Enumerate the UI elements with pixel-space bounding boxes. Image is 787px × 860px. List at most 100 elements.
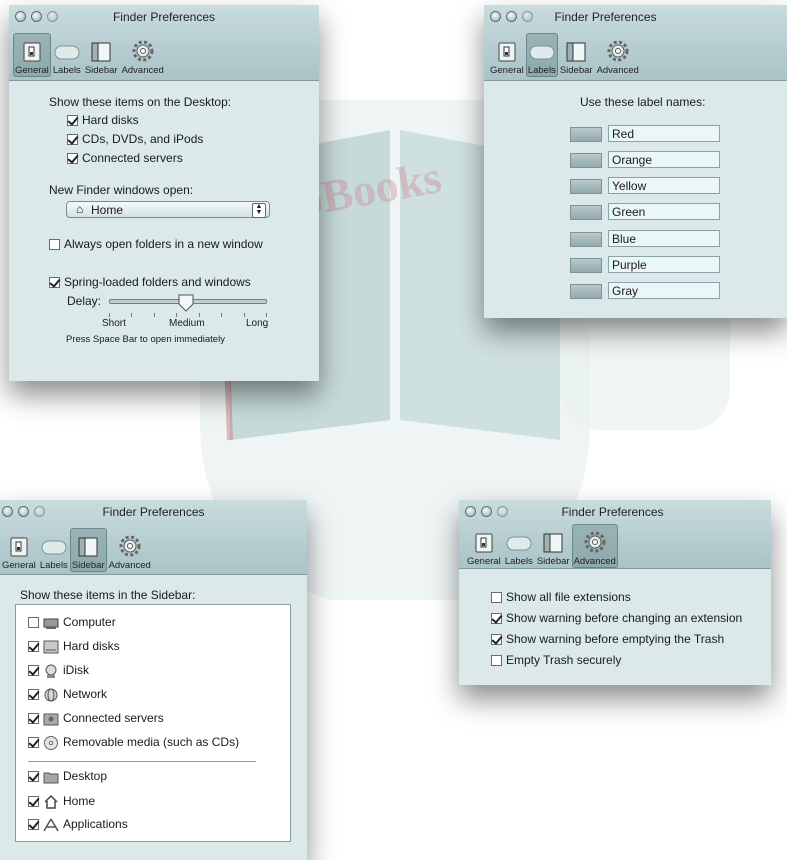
sidebar-item-network[interactable]: Network bbox=[28, 687, 107, 702]
delay-label: Delay: bbox=[67, 294, 102, 308]
tab-labels[interactable]: Labels bbox=[51, 33, 83, 77]
advanced-option-warn-extension-change[interactable]: Show warning before changing an extensio… bbox=[491, 611, 742, 625]
checkbox[interactable] bbox=[28, 641, 39, 653]
label-color-swatch-red[interactable] bbox=[570, 127, 602, 142]
label-color-swatch-blue[interactable] bbox=[570, 232, 602, 247]
label-name-field-green[interactable]: Green bbox=[608, 203, 720, 220]
label-color-swatch-purple[interactable] bbox=[570, 258, 602, 273]
slider-thumb[interactable] bbox=[178, 294, 194, 312]
tab-advanced[interactable]: Advanced bbox=[120, 33, 166, 77]
checkbox[interactable] bbox=[49, 239, 60, 251]
checkbox[interactable] bbox=[28, 617, 39, 629]
new-windows-popup[interactable]: ⌂ Home ▲ ▼ bbox=[66, 201, 270, 218]
tab-general-label: General bbox=[467, 556, 501, 567]
finder-preferences-sidebar-window: Finder Preferences General Labels Sideba… bbox=[0, 500, 307, 860]
desktop-item-servers[interactable]: Connected servers bbox=[67, 151, 183, 165]
sidebar-item-connected-servers[interactable]: Connected servers bbox=[28, 711, 164, 726]
sidebar-item-applications[interactable]: Applications bbox=[28, 817, 128, 832]
spring-loaded-option[interactable]: Spring-loaded folders and windows bbox=[49, 275, 251, 289]
cd-icon bbox=[44, 735, 58, 750]
delay-long: Long bbox=[246, 318, 269, 329]
checkbox[interactable] bbox=[49, 277, 60, 289]
checkbox[interactable] bbox=[28, 665, 39, 677]
advanced-option-empty-trash-securely[interactable]: Empty Trash securely bbox=[491, 653, 621, 667]
label-name-field-red[interactable]: Red bbox=[608, 125, 720, 142]
checkbox[interactable] bbox=[28, 689, 39, 701]
label-name-field-purple[interactable]: Purple bbox=[608, 256, 720, 273]
tab-general[interactable]: General bbox=[0, 528, 38, 572]
toolbar: General Labels Sidebar Advanced bbox=[488, 33, 641, 77]
checkbox[interactable] bbox=[28, 771, 39, 783]
home-icon bbox=[44, 794, 58, 809]
tab-sidebar[interactable]: Sidebar bbox=[535, 524, 572, 568]
sidebar-window-icon bbox=[543, 533, 563, 553]
label-name-field-yellow[interactable]: Yellow bbox=[608, 177, 720, 194]
checkbox[interactable] bbox=[491, 655, 502, 667]
labels-pill-icon bbox=[529, 45, 555, 60]
desktop-item-hard-disks[interactable]: Hard disks bbox=[67, 113, 139, 127]
checkbox[interactable] bbox=[28, 737, 39, 749]
delay-slider[interactable] bbox=[109, 294, 267, 319]
tab-sidebar[interactable]: Sidebar bbox=[69, 528, 107, 572]
label-name-field-orange[interactable]: Orange bbox=[608, 151, 720, 168]
checkbox[interactable] bbox=[67, 115, 78, 127]
tab-labels[interactable]: Labels bbox=[503, 524, 535, 568]
general-switch-icon bbox=[10, 537, 28, 557]
finder-preferences-advanced-window: Finder Preferences General Labels Sideba… bbox=[459, 500, 771, 685]
tab-sidebar[interactable]: Sidebar bbox=[558, 33, 595, 77]
checkbox[interactable] bbox=[491, 634, 502, 646]
sidebar-item-computer[interactable]: Computer bbox=[28, 615, 116, 630]
label-color-swatch-gray[interactable] bbox=[570, 284, 602, 299]
sidebar-item-desktop[interactable]: Desktop bbox=[28, 769, 107, 784]
advanced-option-warn-empty-trash[interactable]: Show warning before emptying the Trash bbox=[491, 632, 724, 646]
checkbox[interactable] bbox=[28, 819, 39, 831]
tab-general[interactable]: General bbox=[488, 33, 526, 77]
checkbox[interactable] bbox=[28, 713, 39, 725]
gear-icon bbox=[132, 40, 154, 62]
tab-advanced-label: Advanced bbox=[573, 556, 616, 567]
slider-ticks bbox=[109, 313, 267, 317]
label-name-field-gray[interactable]: Gray bbox=[608, 282, 720, 299]
tab-advanced[interactable]: Advanced bbox=[107, 528, 153, 572]
tab-general-label: General bbox=[490, 65, 524, 76]
tab-advanced[interactable]: Advanced bbox=[595, 33, 641, 77]
checkbox[interactable] bbox=[491, 613, 502, 625]
labels-pill-icon bbox=[54, 45, 80, 60]
advanced-option-show-extensions[interactable]: Show all file extensions bbox=[491, 590, 631, 604]
checkbox[interactable] bbox=[67, 134, 78, 146]
tab-general-label: General bbox=[2, 560, 36, 571]
label-color-swatch-yellow[interactable] bbox=[570, 179, 602, 194]
sidebar-item-home[interactable]: Home bbox=[28, 794, 95, 809]
home-icon: ⌂ bbox=[76, 202, 84, 216]
tab-advanced-label: Advanced bbox=[121, 65, 164, 76]
tab-labels[interactable]: Labels bbox=[38, 528, 70, 572]
checkbox[interactable] bbox=[28, 796, 39, 808]
tab-advanced[interactable]: Advanced bbox=[571, 524, 618, 568]
label-name-field-blue[interactable]: Blue bbox=[608, 230, 720, 247]
sidebar-item-hard-disks[interactable]: Hard disks bbox=[28, 639, 120, 654]
title-bar: Finder Preferences General Labels Sideba… bbox=[484, 5, 787, 81]
tab-sidebar[interactable]: Sidebar bbox=[83, 33, 120, 77]
always-new-window-option[interactable]: Always open folders in a new window bbox=[49, 237, 263, 251]
tab-sidebar-label: Sidebar bbox=[84, 65, 118, 76]
tab-sidebar-label: Sidebar bbox=[71, 560, 105, 571]
tab-labels-label: Labels bbox=[39, 560, 68, 571]
label-color-swatch-orange[interactable] bbox=[570, 153, 602, 168]
sidebar-item-idisk[interactable]: iDisk bbox=[28, 663, 89, 678]
tab-labels[interactable]: Labels bbox=[525, 33, 558, 77]
labels-heading: Use these label names: bbox=[580, 95, 706, 109]
gear-icon bbox=[584, 531, 606, 553]
desktop-heading: Show these items on the Desktop: bbox=[49, 95, 232, 109]
labels-pill-icon bbox=[506, 536, 532, 551]
checkbox[interactable] bbox=[491, 592, 502, 604]
checkbox[interactable] bbox=[67, 153, 78, 165]
gear-icon bbox=[119, 535, 141, 557]
desktop-folder-icon bbox=[43, 772, 59, 784]
label-color-swatch-green[interactable] bbox=[570, 205, 602, 220]
sidebar-item-removable-media[interactable]: Removable media (such as CDs) bbox=[28, 735, 239, 750]
tab-general[interactable]: General bbox=[465, 524, 503, 568]
new-windows-heading: New Finder windows open: bbox=[49, 183, 194, 197]
desktop-item-cds[interactable]: CDs, DVDs, and iPods bbox=[67, 132, 203, 146]
sidebar-window-icon bbox=[91, 42, 111, 62]
tab-general[interactable]: General bbox=[13, 33, 51, 77]
